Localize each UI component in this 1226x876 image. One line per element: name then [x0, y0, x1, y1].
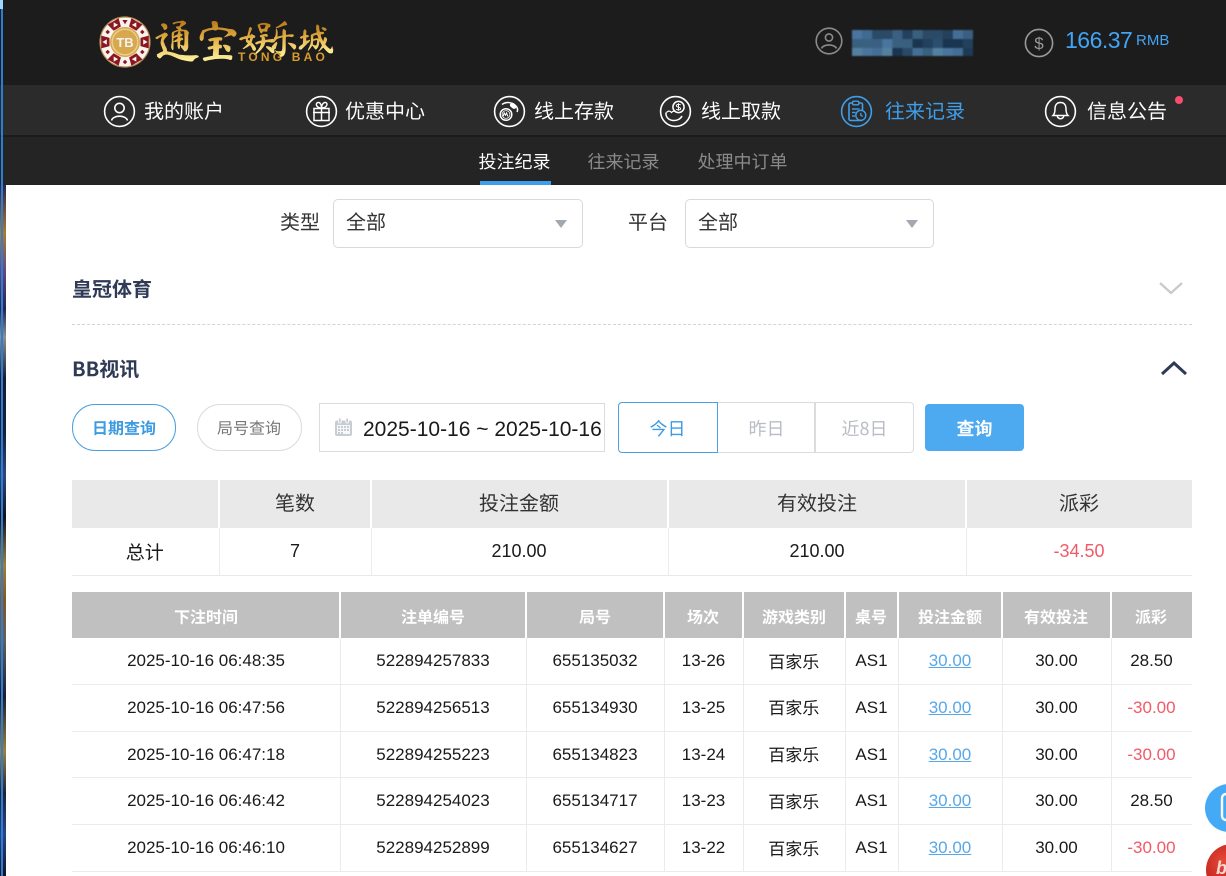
- svg-text:TB: TB: [116, 35, 133, 50]
- svg-text:$: $: [1034, 34, 1044, 53]
- svg-text:b: b: [1216, 858, 1226, 876]
